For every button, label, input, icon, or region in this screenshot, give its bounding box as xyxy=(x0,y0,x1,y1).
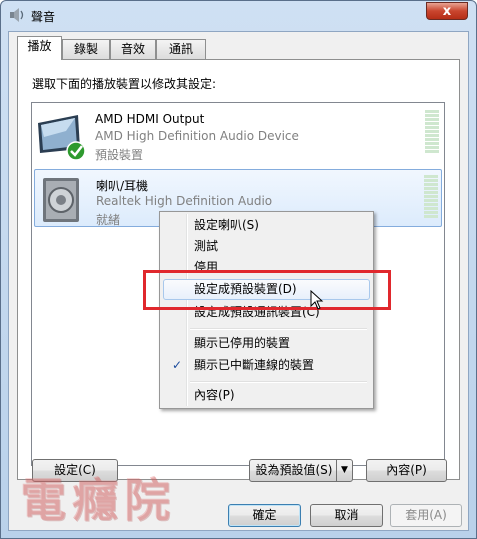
set-default-label: 設為預設值(S) xyxy=(255,463,333,477)
menu-item-test[interactable]: 測試 xyxy=(163,236,370,257)
speaker-device-icon xyxy=(43,178,79,222)
menu-item-show-disconnected[interactable]: ✓ 顯示已中斷連線的裝置 xyxy=(163,355,370,376)
device-description: Realtek High Definition Audio xyxy=(96,194,273,208)
menu-item-label: 顯示已中斷連線的裝置 xyxy=(194,358,315,372)
device-name: 喇叭/耳機 xyxy=(96,179,149,193)
device-description: AMD High Definition Audio Device xyxy=(95,129,299,143)
highlight-annotation-box xyxy=(143,270,391,310)
monitor-icon xyxy=(38,115,86,161)
tab-playback[interactable]: 播放 xyxy=(17,36,62,60)
menu-item-show-disabled[interactable]: 顯示已停用的裝置 xyxy=(163,333,370,354)
cancel-button[interactable]: 取消 xyxy=(310,504,383,527)
properties-button[interactable]: 內容(P) xyxy=(366,459,447,482)
menu-item-properties[interactable]: 內容(P) xyxy=(163,385,370,406)
mouse-pointer-icon xyxy=(310,290,324,310)
speaker-icon xyxy=(10,8,24,22)
title-bar[interactable]: 聲音 x xyxy=(1,1,476,29)
menu-item-configure-speakers[interactable]: 設定喇叭(S) xyxy=(163,215,370,236)
apply-button[interactable]: 套用(A) xyxy=(390,504,462,527)
volume-meter xyxy=(425,110,439,154)
device-name: AMD HDMI Output xyxy=(95,112,205,126)
menu-separator xyxy=(190,381,367,383)
tab-sounds[interactable]: 音效 xyxy=(110,39,156,59)
chevron-down-icon[interactable]: ▼ xyxy=(336,460,352,481)
volume-meter xyxy=(424,175,438,219)
close-button[interactable]: x xyxy=(426,2,468,20)
tab-communications[interactable]: 通訊 xyxy=(156,39,206,59)
window-title: 聲音 xyxy=(31,10,56,24)
device-status: 就緒 xyxy=(96,213,121,227)
instruction-text: 選取下面的播放裝置以修改其設定: xyxy=(32,77,217,91)
watermark-logo: 電癮院 xyxy=(20,473,176,527)
sound-dialog: 聲音 x 播放 錄製 音效 通訊 選取下面的播放裝置以修改其設定: AMD HD… xyxy=(0,0,477,539)
device-item-hdmi[interactable]: AMD HDMI Output AMD High Definition Audi… xyxy=(34,105,442,163)
checkmark-icon: ✓ xyxy=(172,358,183,372)
set-default-button[interactable]: 設為預設值(S) ▼ xyxy=(249,459,353,482)
ok-button[interactable]: 確定 xyxy=(228,504,301,527)
device-status: 預設裝置 xyxy=(95,148,144,162)
tab-recording[interactable]: 錄製 xyxy=(62,39,110,59)
context-menu: 設定喇叭(S) 測試 停用 設定成預設裝置(D) 設定成預設通訊裝置(C) 顯示… xyxy=(159,211,374,409)
menu-separator xyxy=(190,328,367,330)
